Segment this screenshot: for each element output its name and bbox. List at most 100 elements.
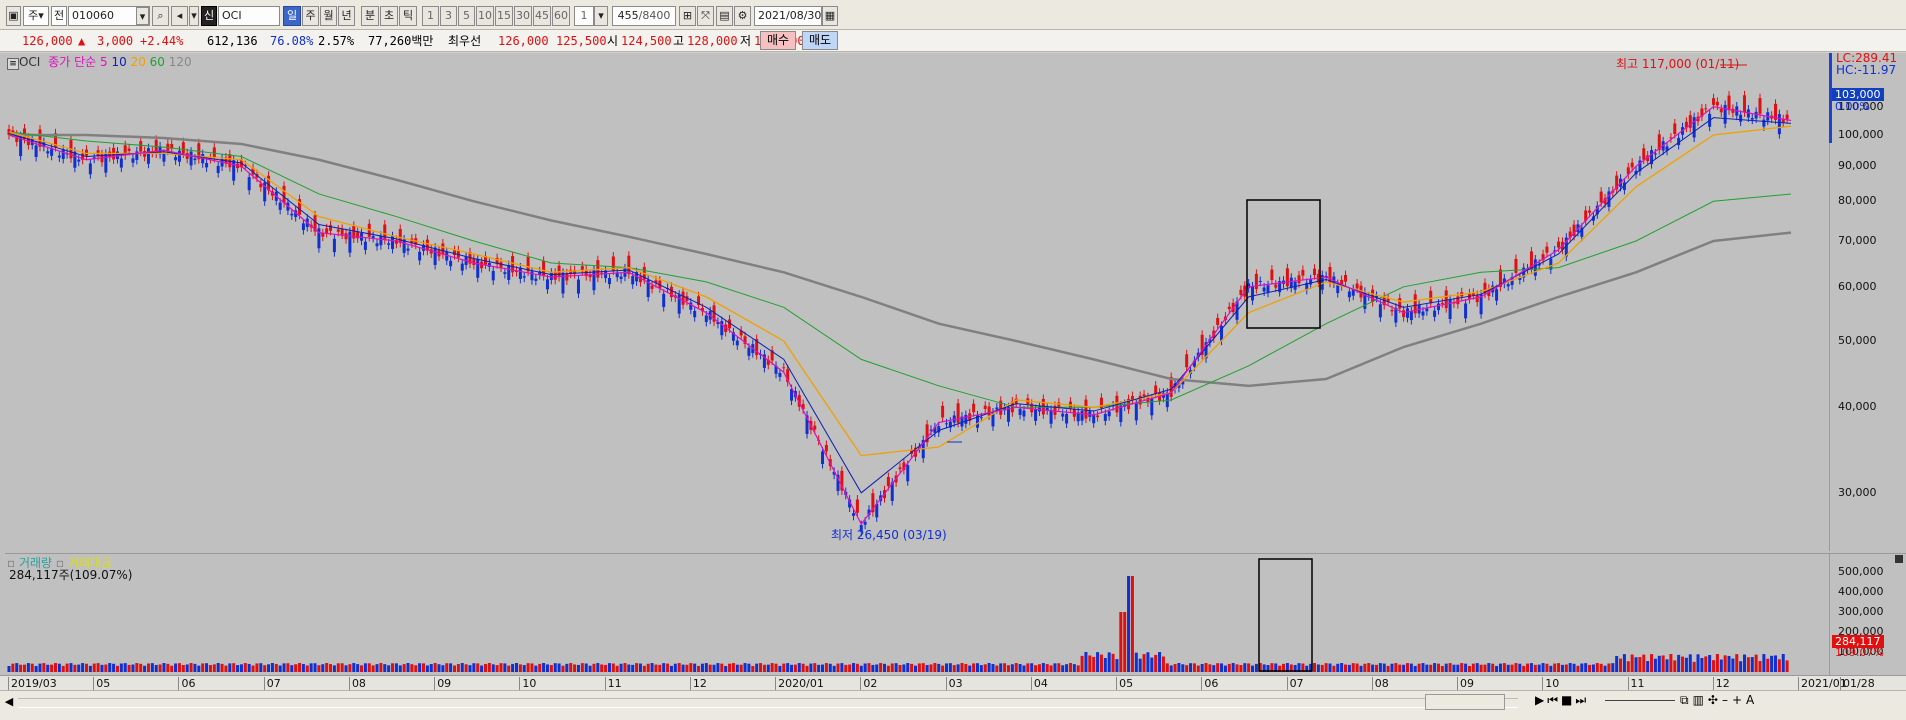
candle-body [119, 158, 123, 168]
scroll-thumb[interactable] [1425, 694, 1505, 710]
chevron-down-icon[interactable]: ▾ [594, 6, 608, 26]
volume-bar [429, 664, 433, 672]
date-input[interactable]: 2021/08/30 [754, 6, 822, 26]
volume-bar [569, 663, 573, 672]
candle-body [1533, 259, 1537, 276]
volume-bar [1677, 654, 1681, 672]
search-icon[interactable]: ⌕ [152, 6, 169, 26]
speaker-icon[interactable]: ◂ [171, 6, 188, 26]
volume-bar [724, 665, 728, 672]
volume-bar [743, 663, 747, 672]
text-icon[interactable]: A [1746, 693, 1758, 707]
tab-year[interactable]: 년 [338, 6, 355, 26]
tab-week[interactable]: 주 [302, 6, 319, 26]
volume-bar [1022, 665, 1026, 672]
chart-scrollbar[interactable]: ◀ ▶⏮■⏭ ⧉▥✣–+A [0, 690, 1906, 720]
count-value: 455 [617, 9, 639, 22]
stop-icon[interactable]: ■ [1561, 693, 1575, 707]
count-field[interactable]: 455/8400 [612, 6, 676, 26]
volume-bar [1185, 665, 1189, 672]
volume-bar [929, 664, 933, 672]
volume-bar [220, 663, 224, 672]
volume-bar [1495, 665, 1499, 672]
zoom-slider[interactable] [1605, 700, 1675, 701]
volume-panel[interactable]: ▫ 거래량 ▫ 거래대금 284,117주(109.07%) [5, 553, 1829, 675]
tab-tick[interactable]: 틱 [399, 6, 417, 26]
gear-icon[interactable]: ⚙ [734, 6, 751, 26]
volume-bar [1510, 664, 1514, 672]
candle-body [813, 425, 817, 430]
tab-month[interactable]: 월 [320, 6, 337, 26]
candle-body [1258, 280, 1262, 282]
volume-bar [1630, 654, 1634, 672]
chevron-down-icon[interactable]: ▾ [136, 7, 149, 25]
interval-count-input[interactable]: 1 [574, 6, 594, 26]
volume-bar [42, 663, 46, 672]
volume-bar [228, 663, 232, 672]
volume-bar [755, 663, 759, 672]
scroll-left-icon[interactable]: ◀ [2, 694, 16, 710]
candle-body [1429, 290, 1433, 304]
volume-bar [53, 663, 57, 672]
interval-30[interactable]: 30 [514, 6, 532, 26]
interval-5[interactable]: 5 [458, 6, 475, 26]
price-panel[interactable]: ▫ OCI 종가 단순 5 10 20 60 120 ≡ 최고 117,000 … [5, 53, 1829, 551]
volume-bar [1138, 658, 1142, 672]
legend-ma5: 5 [99, 55, 108, 69]
volume-bar [278, 665, 282, 672]
candle-body [232, 160, 236, 181]
layout-icon[interactable]: ⧉ [1680, 693, 1693, 707]
candle-body [979, 417, 983, 419]
chevron-down-icon[interactable]: ▾ [189, 6, 199, 26]
candle-body [449, 260, 453, 267]
tab-day[interactable]: 일 [283, 6, 301, 26]
zoom-out-icon[interactable]: – [1722, 693, 1732, 707]
scroll-track[interactable] [18, 698, 1518, 708]
candle-body [1444, 290, 1448, 309]
playback-controls[interactable]: ▶⏮■⏭ [1535, 693, 1589, 708]
play-icon[interactable]: ▶ [1535, 693, 1547, 707]
volume-bar [189, 663, 193, 672]
credit-badge[interactable]: 신 [201, 6, 217, 26]
volume-bar [778, 665, 782, 672]
interval-3[interactable]: 3 [440, 6, 457, 26]
sell-button[interactable]: 매도 [802, 31, 839, 50]
volume-bar [677, 663, 681, 672]
interval-60[interactable]: 60 [552, 6, 570, 26]
chart-area[interactable]: ▫ OCI 종가 단순 5 10 20 60 120 ≡ 최고 117,000 … [0, 52, 1906, 690]
all-button[interactable]: 전 [51, 6, 67, 26]
candle-body [1599, 191, 1603, 203]
tab-minute[interactable]: 분 [361, 6, 379, 26]
candle-body [972, 403, 976, 413]
period-select[interactable]: 주▾ [23, 6, 49, 26]
candle-body [821, 451, 825, 465]
volume-bar [301, 664, 305, 672]
volume-bar [50, 664, 54, 672]
volume-bar [1708, 654, 1712, 672]
interval-1[interactable]: 1 [422, 6, 439, 26]
zoom-in-icon[interactable]: + [1732, 693, 1746, 707]
fast-forward-icon[interactable]: ⏭ [1575, 693, 1589, 707]
save-icon[interactable]: ▤ [716, 6, 733, 26]
interval-10[interactable]: 10 [476, 6, 494, 26]
crosshair-icon[interactable]: ✣ [1708, 693, 1722, 707]
split-icon[interactable]: ▥ [1693, 693, 1708, 707]
link-icon[interactable]: ⤧ [697, 6, 714, 26]
volume-bar [1037, 664, 1041, 672]
panel-close-icon[interactable] [1895, 555, 1903, 563]
tab-second[interactable]: 초 [380, 6, 398, 26]
calendar-icon[interactable]: ▦ [822, 6, 838, 26]
volume-bar [561, 665, 565, 672]
buy-button[interactable]: 매수 [760, 31, 797, 50]
view-controls[interactable]: ⧉▥✣–+A [1680, 693, 1758, 708]
date-tick: 03 [945, 677, 963, 690]
grid-icon[interactable]: ⊞ [679, 6, 696, 26]
candle-body [565, 273, 569, 281]
chart-type-icon[interactable]: ▣ [6, 6, 21, 26]
panel-menu-icon[interactable]: ≡ [7, 58, 19, 70]
interval-15[interactable]: 15 [495, 6, 513, 26]
interval-45[interactable]: 45 [533, 6, 551, 26]
candle-body [1425, 308, 1429, 312]
rewind-icon[interactable]: ⏮ [1547, 693, 1561, 707]
volume-bar [325, 663, 329, 672]
